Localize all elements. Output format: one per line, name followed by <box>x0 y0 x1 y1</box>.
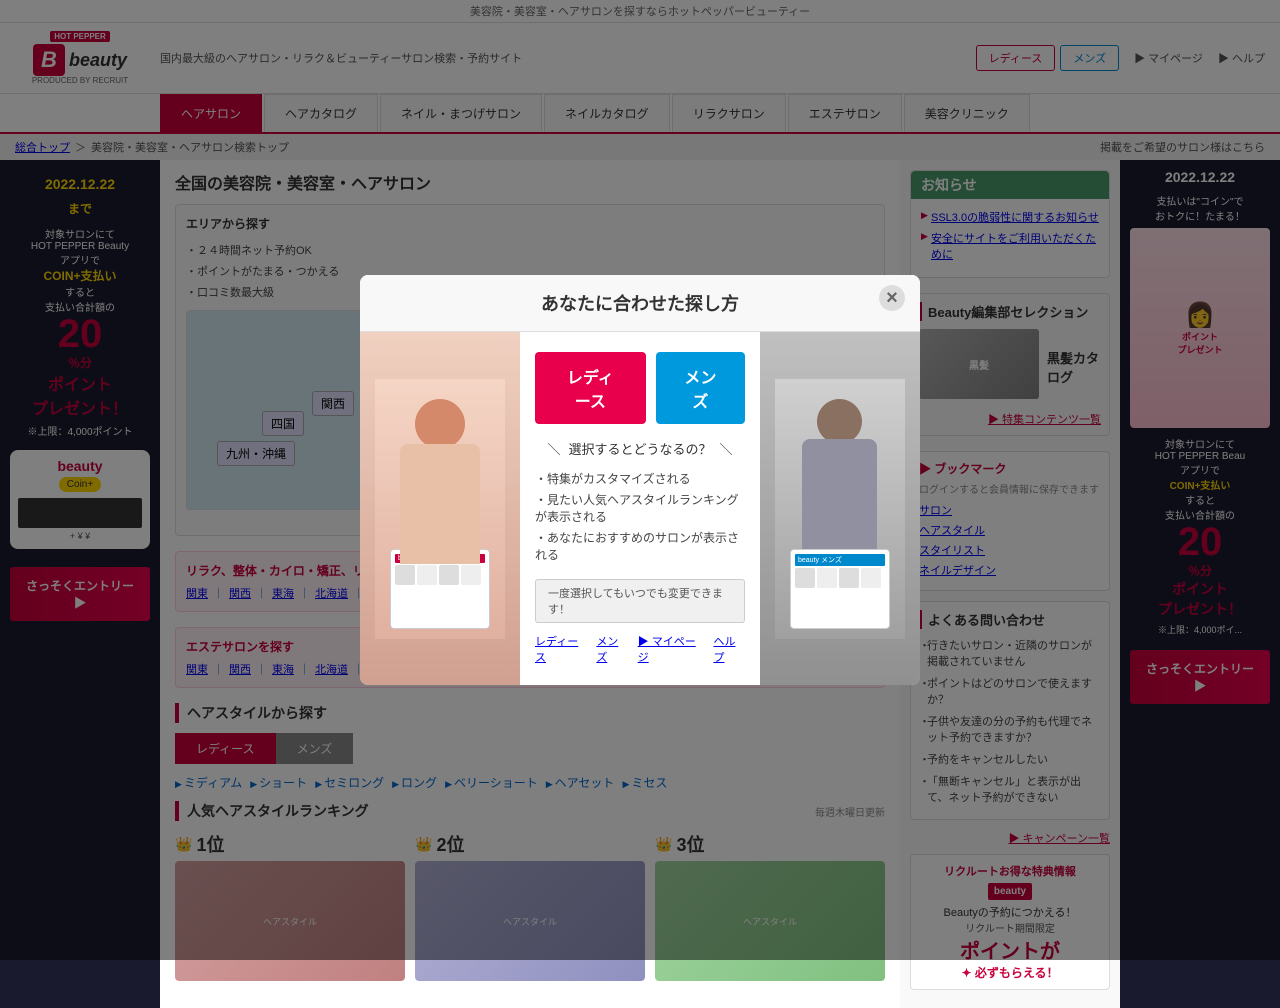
woman-body <box>400 444 480 564</box>
modal-footer-mens[interactable]: メンズ <box>596 633 627 665</box>
modal-footer-help[interactable]: ヘルプ <box>713 633 745 665</box>
modal-center: レディース メンズ 選択するとどうなるの？ 特集がカスタマイズされる 見たい人気… <box>520 332 760 685</box>
modal-ladies-button[interactable]: レディース <box>535 352 646 424</box>
modal-man-image: beauty メンズ <box>760 332 920 685</box>
modal-woman-image: beauty <box>360 332 520 685</box>
man-body <box>802 439 877 549</box>
modal-footer-links: レディース メンズ ▶ マイページ ヘルプ <box>535 633 745 665</box>
modal-header: あなたに合わせた探し方 <box>360 275 920 332</box>
modal-gender-buttons: レディース メンズ <box>535 352 745 424</box>
modal-feature-3: あなたにおすすめのサロンが表示される <box>535 529 745 563</box>
man-head <box>817 399 862 444</box>
modal-close-button[interactable]: × <box>879 285 905 311</box>
modal-footer-mypage[interactable]: ▶ マイページ <box>638 633 704 665</box>
modal-mens-button[interactable]: メンズ <box>656 352 745 424</box>
woman-head <box>415 399 465 449</box>
phone-screen-man: beauty メンズ <box>790 549 890 629</box>
modal-dialog: あなたに合わせた探し方 × beauty <box>360 275 920 685</box>
modal-features: 特集がカスタマイズされる 見たい人気ヘアスタイルランキングが表示される あなたに… <box>535 470 745 567</box>
modal-select-label: 選択するとどうなるの？ <box>547 439 732 458</box>
modal-feature-1: 特集がカスタマイズされる <box>535 470 745 487</box>
modal-feature-2: 見たい人気ヘアスタイルランキングが表示される <box>535 491 745 525</box>
modal-change-note: 一度選択してもいつでも変更できます！ <box>535 579 745 623</box>
recruit-must: ✦ 必ずもらえる！ <box>919 964 1101 981</box>
modal-overlay[interactable]: あなたに合わせた探し方 × beauty <box>0 0 1280 960</box>
modal-body: beauty レディース メンズ 選択するとどうなるの <box>360 332 920 685</box>
modal-footer-ladies[interactable]: レディース <box>535 633 586 665</box>
